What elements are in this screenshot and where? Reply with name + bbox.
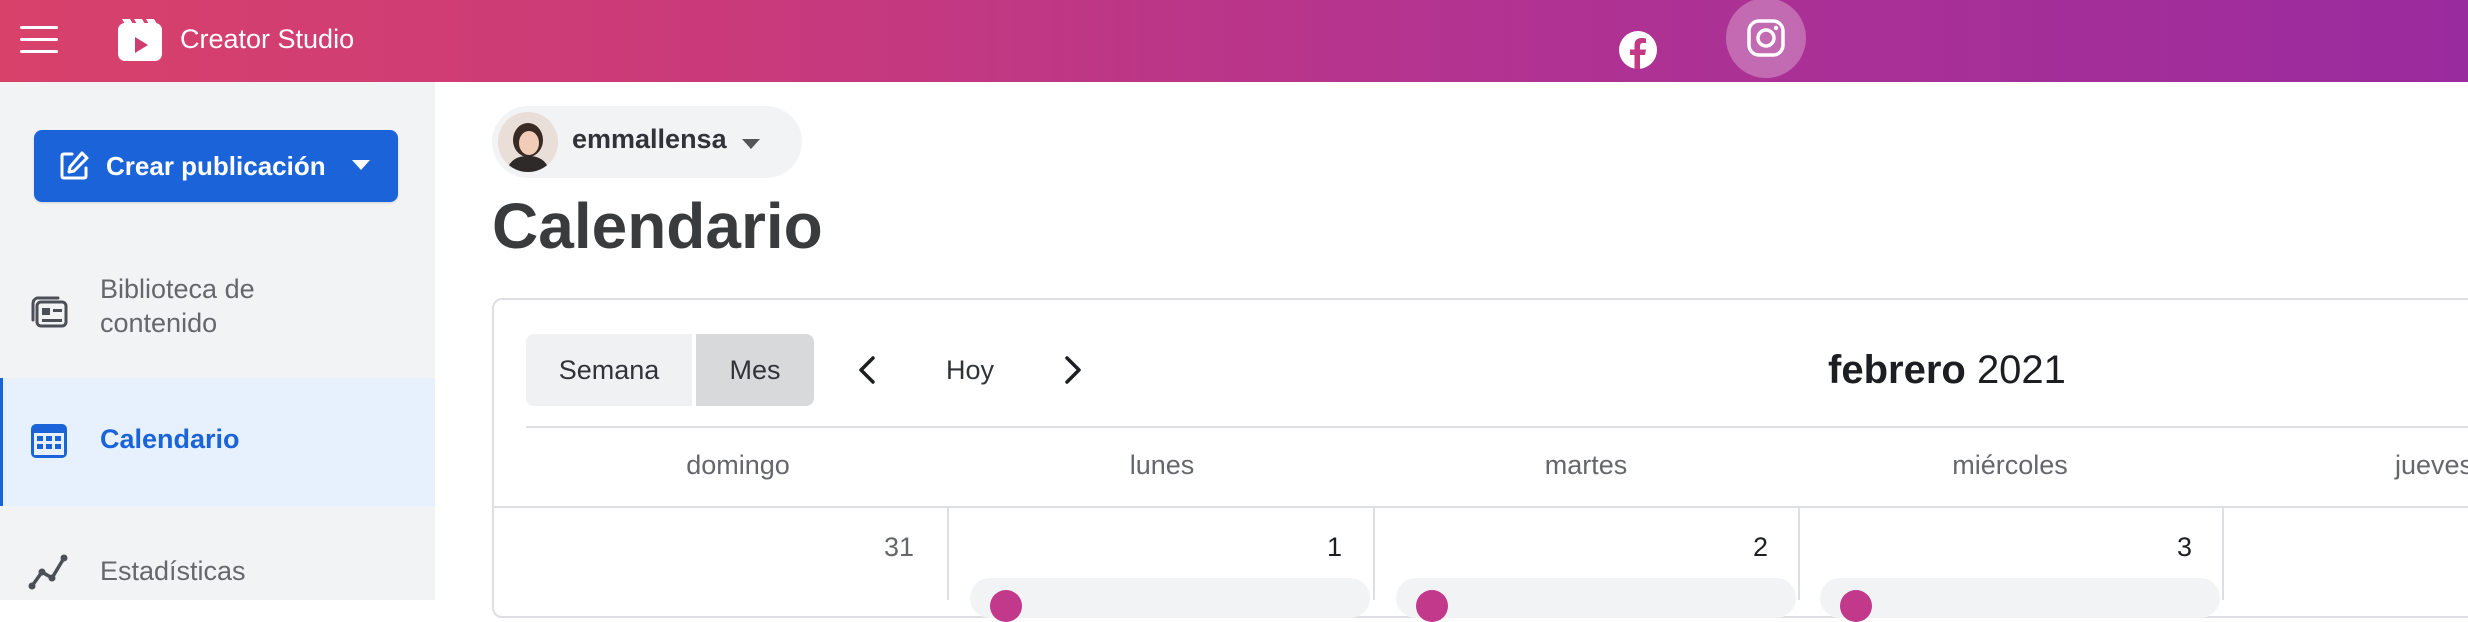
divider — [494, 506, 2468, 508]
instagram-icon — [1747, 19, 1785, 57]
creator-studio-logo — [118, 19, 162, 61]
instagram-button[interactable] — [1726, 0, 1806, 78]
edit-icon — [60, 151, 89, 180]
today-button[interactable]: Hoy — [930, 338, 1010, 402]
sidebar-item-label: Calendario — [100, 424, 240, 454]
day-number: 3 — [2176, 532, 2192, 562]
day-number: 1 — [1326, 532, 1342, 562]
create-post-label: Crear publicación — [106, 150, 326, 181]
weekday-header: lunes — [1129, 450, 1195, 480]
chevron-down-icon — [742, 139, 760, 149]
account-name: emmallensa — [572, 124, 727, 154]
avatar — [498, 112, 558, 172]
top-bar: Creator Studio — [0, 0, 2468, 82]
library-icon — [31, 296, 68, 328]
chevron-right-icon[interactable] — [1052, 350, 1092, 390]
weekday-header: miércoles — [1952, 450, 2068, 480]
instagram-icon — [1416, 590, 1448, 622]
instagram-icon — [990, 590, 1022, 622]
view-week-button[interactable]: Semana — [526, 334, 692, 406]
sidebar-item-calendar[interactable]: Calendario — [0, 378, 435, 506]
day-number: 2 — [1752, 532, 1768, 562]
weekday-header: jueves — [2394, 450, 2468, 480]
scheduled-post[interactable] — [970, 578, 1370, 622]
app-title: Creator Studio — [180, 24, 355, 54]
divider — [1798, 508, 1800, 600]
divider — [1373, 508, 1375, 600]
instagram-icon — [1840, 590, 1872, 622]
scheduled-post[interactable] — [1820, 578, 2220, 622]
divider — [947, 508, 949, 600]
sidebar-item-library[interactable]: Biblioteca de contenido — [0, 272, 435, 392]
chevron-left-icon[interactable] — [848, 350, 888, 390]
menu-icon[interactable] — [20, 20, 60, 60]
facebook-icon — [1619, 31, 1657, 69]
sidebar: Crear publicación Biblioteca de contenido… — [0, 82, 435, 600]
chevron-down-icon — [352, 160, 370, 170]
create-post-button[interactable]: Crear publicación — [34, 130, 398, 202]
account-selector[interactable]: emmallensa — [492, 106, 802, 178]
sidebar-item-stats[interactable]: Estadísticas — [0, 542, 435, 622]
weekday-header: martes — [1544, 450, 1628, 480]
divider — [526, 426, 2468, 428]
stats-icon — [28, 554, 68, 590]
sidebar-item-label: Estadísticas — [100, 556, 246, 586]
calendar-icon — [31, 424, 67, 458]
view-month-button[interactable]: Mes — [696, 334, 814, 406]
scheduled-post[interactable] — [1396, 578, 1796, 622]
weekday-header: domingo — [686, 450, 790, 480]
sidebar-item-label: Biblioteca de contenido — [100, 274, 255, 338]
month-label: febrero 2021 — [1828, 348, 2066, 392]
divider — [2222, 508, 2224, 600]
facebook-button[interactable] — [1600, 12, 1676, 88]
page-title: Calendario — [492, 190, 823, 262]
day-number: 31 — [883, 532, 914, 562]
